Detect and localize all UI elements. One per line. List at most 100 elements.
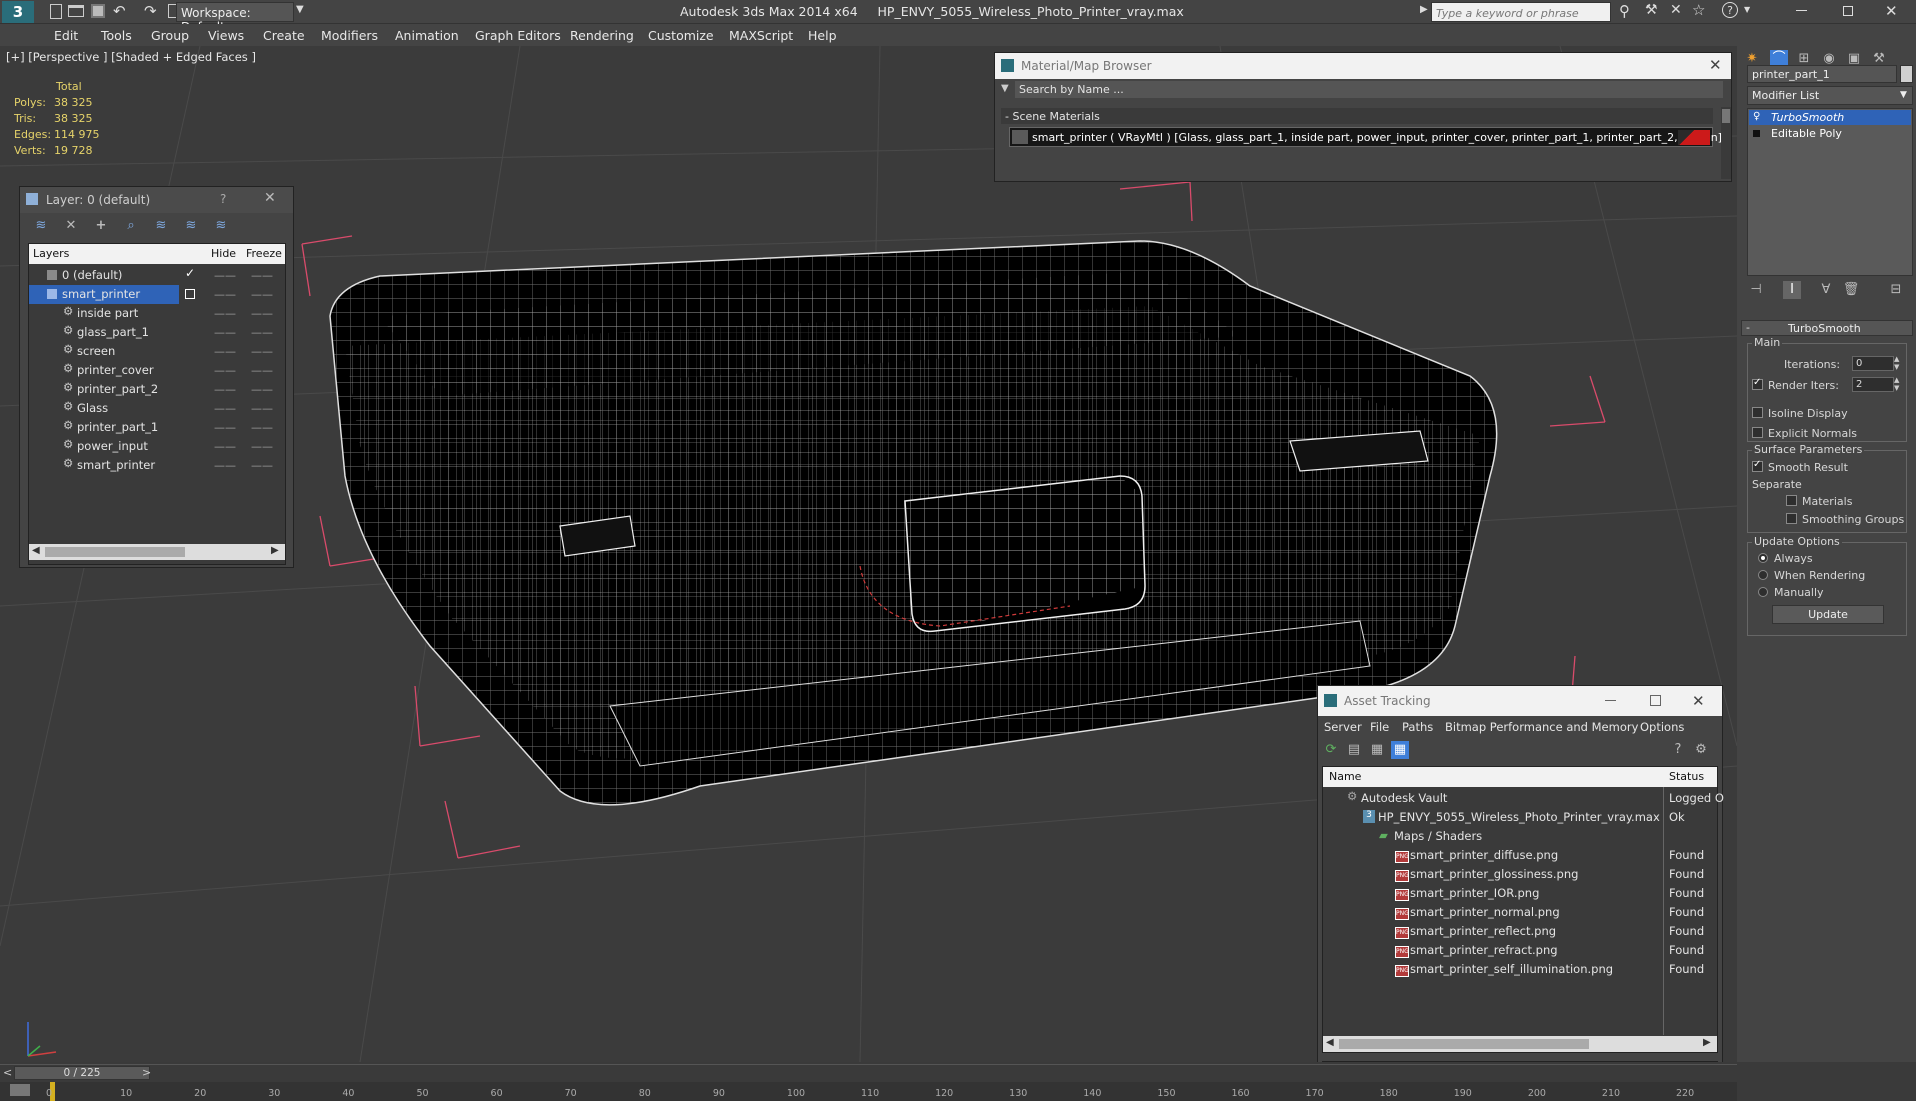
select-objects-icon[interactable]: ⌕ bbox=[122, 217, 140, 235]
update-manually-radio[interactable] bbox=[1758, 587, 1768, 597]
add-to-layer-icon[interactable]: + bbox=[92, 217, 110, 235]
time-slider-right-icon[interactable]: > bbox=[142, 1066, 151, 1079]
iterations-spinner[interactable]: 0 bbox=[1852, 356, 1894, 371]
freeze-toggle[interactable]: —— bbox=[251, 364, 273, 377]
material-search-input[interactable]: Search by Name ... bbox=[1015, 81, 1723, 98]
menu-group[interactable]: Group bbox=[151, 28, 189, 43]
list-view-icon[interactable]: ▤ bbox=[1345, 741, 1363, 759]
menu-graph-editors[interactable]: Graph Editors bbox=[475, 28, 561, 43]
freeze-all-icon[interactable]: ≋ bbox=[212, 217, 230, 235]
material-browser-titlebar[interactable]: Material/Map Browser ✕ bbox=[995, 53, 1731, 79]
viewport-label[interactable]: [+] [Perspective ] [Shaded + Edged Faces… bbox=[6, 50, 256, 64]
asset-list-hscrollbar[interactable]: ◀ ▶ bbox=[1323, 1036, 1717, 1052]
turbosmooth-rollout-header[interactable]: - TurboSmooth bbox=[1741, 320, 1913, 336]
track-bar[interactable]: 0 10 20 30 40 50 60 70 80 90 100 110 120 130 140 150 160… bbox=[0, 1082, 1737, 1101]
app-logo-icon[interactable]: 3 bbox=[2, 1, 34, 23]
save-icon[interactable] bbox=[91, 4, 105, 18]
show-end-result-icon[interactable]: Ⅰ bbox=[1783, 281, 1801, 299]
scroll-thumb[interactable] bbox=[45, 547, 185, 557]
materials-checkbox[interactable] bbox=[1786, 495, 1797, 506]
hide-toggle[interactable]: —— bbox=[214, 307, 236, 320]
asset-row-png[interactable]: PNG smart_printer_refract.png Found bbox=[1323, 941, 1717, 960]
minimize-icon[interactable] bbox=[1796, 10, 1807, 11]
infocenter-collapse-icon[interactable]: ▶ bbox=[1420, 4, 1428, 15]
menu-maxscript[interactable]: MAXScript bbox=[729, 28, 793, 43]
asset-settings-icon[interactable]: ⚙ bbox=[1692, 741, 1710, 759]
asset-row-png[interactable]: PNG smart_printer_self_illumination.png Fo… bbox=[1323, 960, 1717, 979]
object-name-field[interactable]: printer_part_1 bbox=[1747, 65, 1897, 83]
time-slider-track[interactable]: < 0 / 225 > bbox=[0, 1064, 1737, 1080]
object-color-swatch[interactable] bbox=[1900, 65, 1913, 83]
material-entry[interactable]: smart_printer ( VRayMtl ) [Glass, glass_… bbox=[1009, 127, 1722, 147]
freeze-toggle[interactable]: —— bbox=[251, 459, 273, 472]
asset-row-png[interactable]: PNG smart_printer_normal.png Found bbox=[1323, 903, 1717, 922]
undo-icon[interactable]: ↶ bbox=[113, 2, 126, 20]
object-row[interactable]: ⚙ smart_printer —— —— bbox=[29, 456, 285, 475]
freeze-toggle[interactable]: —— bbox=[251, 288, 273, 301]
make-unique-icon[interactable]: ∀ bbox=[1817, 281, 1835, 299]
hide-all-icon[interactable]: ≋ bbox=[182, 217, 200, 235]
close-icon[interactable]: ✕ bbox=[1885, 2, 1898, 20]
layer-row-smart-printer[interactable]: smart_printer —— —— bbox=[29, 285, 285, 304]
render-iters-checkbox[interactable] bbox=[1752, 377, 1763, 390]
render-iters-spinner-arrows-icon[interactable]: ▲ ▼ bbox=[1894, 376, 1899, 392]
hide-toggle[interactable]: —— bbox=[214, 288, 236, 301]
scroll-left-icon[interactable]: ◀ bbox=[1326, 1037, 1334, 1048]
asset-row-png[interactable]: PNG smart_printer_IOR.png Found bbox=[1323, 884, 1717, 903]
new-layer-icon[interactable]: ≋ bbox=[32, 217, 50, 235]
subscription-icon[interactable]: ⚒ bbox=[1645, 2, 1658, 18]
hide-toggle[interactable]: —— bbox=[214, 383, 236, 396]
expand-icon[interactable] bbox=[1753, 130, 1760, 137]
scroll-thumb[interactable] bbox=[1339, 1039, 1589, 1049]
freeze-toggle[interactable]: —— bbox=[251, 269, 273, 282]
object-row[interactable]: ⚙ glass_part_1 —— —— bbox=[29, 323, 285, 342]
communication-icon[interactable]: ✕ bbox=[1670, 2, 1682, 18]
workspace-dropdown[interactable]: Workspace: Default bbox=[176, 2, 294, 34]
set-current-layer-icon[interactable] bbox=[185, 289, 195, 299]
material-browser-vscrollbar[interactable] bbox=[1721, 107, 1731, 179]
freeze-toggle[interactable]: —— bbox=[251, 326, 273, 339]
isoline-display-checkbox[interactable] bbox=[1752, 407, 1763, 418]
object-row[interactable]: ⚙ screen —— —— bbox=[29, 342, 285, 361]
menu-file[interactable]: File bbox=[1370, 720, 1389, 734]
object-row[interactable]: ⚙ inside part —— —— bbox=[29, 304, 285, 323]
menu-paths[interactable]: Paths bbox=[1402, 720, 1433, 734]
menu-rendering[interactable]: Rendering bbox=[570, 28, 634, 43]
freeze-toggle[interactable]: —— bbox=[251, 383, 273, 396]
layer-list-hscrollbar[interactable]: ◀ ▶ bbox=[29, 544, 285, 560]
highlight-layer-icon[interactable]: ≋ bbox=[152, 217, 170, 235]
menu-modifiers[interactable]: Modifiers bbox=[321, 28, 378, 43]
asset-row-vault[interactable]: ⚙ Autodesk Vault Logged O bbox=[1323, 789, 1724, 808]
hide-toggle[interactable]: —— bbox=[214, 440, 236, 453]
delete-layer-icon[interactable]: ✕ bbox=[62, 217, 80, 235]
scene-materials-section[interactable]: - Scene Materials bbox=[1001, 108, 1713, 124]
asset-row-png[interactable]: PNG smart_printer_diffuse.png Found bbox=[1323, 846, 1717, 865]
time-slider-thumb[interactable]: 0 / 225 bbox=[14, 1066, 150, 1080]
menu-help[interactable]: Help bbox=[808, 28, 837, 43]
explicit-normals-checkbox[interactable] bbox=[1752, 427, 1763, 438]
binoculars-icon[interactable]: ⚲ bbox=[1619, 2, 1630, 20]
hide-column-header[interactable]: Hide bbox=[211, 247, 236, 260]
track-bar-icon[interactable] bbox=[10, 1084, 30, 1096]
material-browser-close-icon[interactable]: ✕ bbox=[1709, 56, 1722, 74]
asset-tracking-close-icon[interactable]: ✕ bbox=[1692, 692, 1705, 710]
hide-toggle[interactable]: —— bbox=[214, 345, 236, 358]
refresh-icon[interactable]: ⟳ bbox=[1322, 741, 1340, 759]
modifier-stack-item-turbosmooth[interactable]: ♀ TurboSmooth bbox=[1749, 110, 1911, 125]
menu-edit[interactable]: Edit bbox=[54, 28, 78, 43]
thumbnail-view-icon[interactable]: ▦ bbox=[1368, 741, 1386, 759]
scroll-left-icon[interactable]: ◀ bbox=[32, 545, 40, 556]
material-browser-options-icon[interactable]: ▼ bbox=[1001, 83, 1009, 94]
scroll-right-icon[interactable]: ▶ bbox=[1703, 1037, 1711, 1048]
help-dropdown-icon[interactable]: ▼ bbox=[1744, 5, 1750, 14]
update-always-radio[interactable] bbox=[1758, 553, 1768, 563]
asset-tracking-maximize-icon[interactable] bbox=[1650, 695, 1661, 706]
menu-bitmap-performance[interactable]: Bitmap Performance and Memory bbox=[1445, 720, 1638, 734]
freeze-column-header[interactable]: Freeze bbox=[246, 247, 282, 260]
modifier-on-icon[interactable]: ♀ bbox=[1753, 111, 1760, 122]
modifier-stack-item-editable-poly[interactable]: Editable Poly bbox=[1749, 126, 1911, 141]
layer-row-default[interactable]: 0 (default) ✓ —— —— bbox=[29, 266, 285, 285]
status-column-header[interactable]: Status bbox=[1669, 770, 1704, 783]
freeze-toggle[interactable]: —— bbox=[251, 421, 273, 434]
remove-modifier-icon[interactable]: 🗑 bbox=[1842, 281, 1860, 299]
